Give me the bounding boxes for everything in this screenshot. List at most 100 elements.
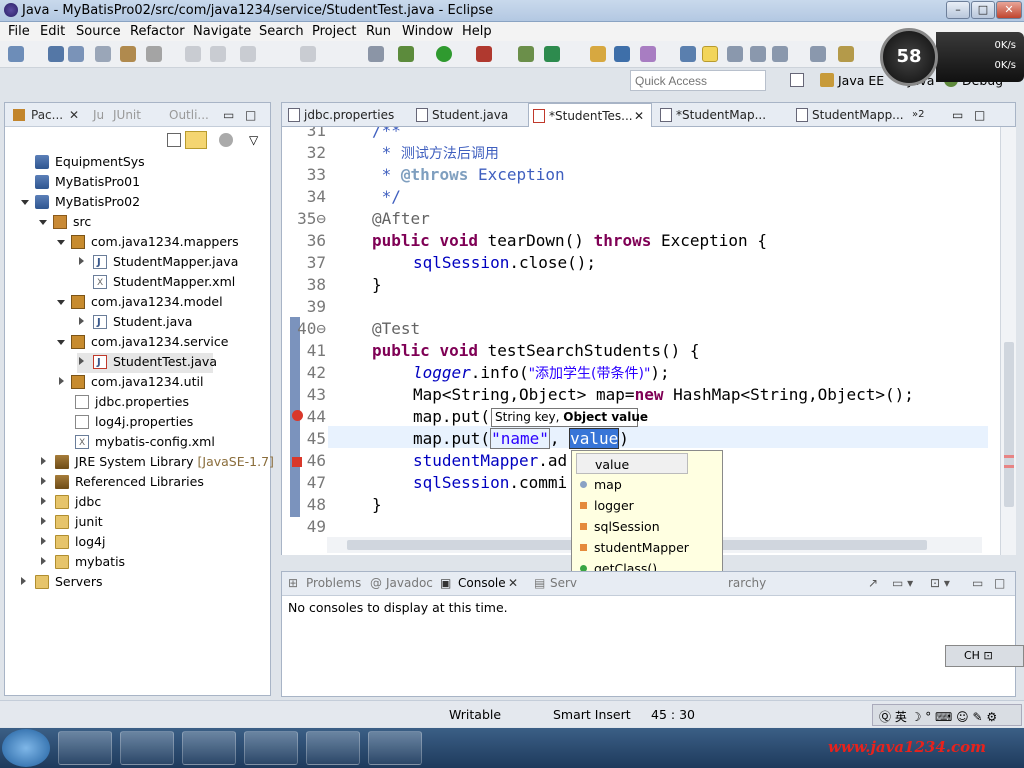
tree-item-mybatis-folder[interactable]: mybatis (41, 553, 125, 573)
tab-console[interactable]: Console (458, 576, 506, 590)
minimize-view-icon[interactable]: ▭ (972, 576, 983, 590)
tab-outline[interactable]: Outli... (169, 108, 209, 122)
maximize-button[interactable]: □ (971, 1, 995, 19)
tree-item-equipmentsys[interactable]: EquipmentSys (35, 153, 145, 173)
suspend-icon[interactable] (300, 46, 316, 62)
tab-problems[interactable]: Problems (306, 576, 361, 590)
expanded-arrow-icon[interactable] (57, 240, 65, 245)
collapsed-arrow-icon[interactable] (79, 257, 84, 265)
tree-item-jre-system-library[interactable]: JRE System Library [JavaSE-1.7] (41, 453, 274, 473)
expanded-arrow-icon[interactable] (21, 200, 29, 205)
pilcrow-icon[interactable] (772, 46, 788, 62)
show-whitespace-icon[interactable] (750, 46, 766, 62)
collapsed-arrow-icon[interactable] (41, 457, 46, 465)
tree-item-referenced-libraries[interactable]: Referenced Libraries (41, 473, 204, 493)
completion-item-studentmapper[interactable]: studentMapper (572, 537, 722, 558)
new-console-icon[interactable]: ⊡ ▾ (930, 576, 950, 590)
mark-occurrences-icon[interactable] (702, 46, 718, 62)
tab-jdbc-properties[interactable]: jdbc.properties (284, 103, 394, 127)
close-tab-icon[interactable]: ✕ (508, 576, 518, 590)
ime-icon[interactable]: ⊡ (983, 649, 992, 662)
menu-source[interactable]: Source (76, 24, 121, 39)
run-icon[interactable] (436, 46, 452, 62)
tree-item-mybatis-config-xml[interactable]: mybatis-config.xml (75, 433, 215, 453)
tab-servers[interactable]: Serv (550, 576, 577, 590)
tree-item-junit-folder[interactable]: junit (41, 513, 103, 533)
tab-package-explorer[interactable]: Pac... (31, 108, 63, 122)
menu-search[interactable]: Search (259, 24, 304, 39)
tree-item-studentmapper-java[interactable]: StudentMapper.java (77, 253, 238, 273)
tree-item-servers[interactable]: Servers (21, 573, 103, 593)
collapsed-arrow-icon[interactable] (41, 477, 46, 485)
scrollbar-thumb[interactable] (1004, 342, 1014, 507)
tab-studentmapper-xml[interactable]: StudentMapp... (792, 103, 904, 127)
tree-item-package-mappers[interactable]: com.java1234.mappers (57, 233, 239, 253)
new-package-icon[interactable] (544, 46, 560, 62)
print-icon[interactable] (95, 46, 111, 62)
close-tab-icon[interactable]: ✕ (69, 108, 79, 122)
completion-item-sqlsession[interactable]: sqlSession (572, 516, 722, 537)
tab-junit[interactable]: JUnit (113, 108, 141, 122)
open-type-icon[interactable] (120, 46, 136, 62)
taskbar-tool-icon[interactable] (244, 731, 298, 765)
open-folder-icon[interactable] (590, 46, 606, 62)
pen-icon[interactable] (640, 46, 656, 62)
collapsed-arrow-icon[interactable] (79, 357, 84, 365)
taskbar-dolphin-app-icon[interactable] (368, 731, 422, 765)
close-button[interactable]: ✕ (996, 1, 1022, 19)
editor-vertical-scrollbar[interactable] (1000, 127, 1016, 555)
skip-breakpoints-icon[interactable] (368, 46, 384, 62)
taskbar-wps-writer-icon[interactable] (120, 731, 174, 765)
menu-window[interactable]: Window (402, 24, 453, 39)
undo-icon[interactable] (185, 46, 201, 62)
collapsed-arrow-icon[interactable] (41, 497, 46, 505)
taskbar-javaee-ide-icon[interactable] (306, 731, 360, 765)
save-icon[interactable] (48, 46, 64, 62)
quick-access-input[interactable] (630, 70, 766, 91)
tab-student-java[interactable]: Student.java (412, 103, 508, 127)
menu-project[interactable]: Project (312, 24, 356, 39)
tree-item-package-service[interactable]: com.java1234.service (57, 333, 228, 353)
debug-icon[interactable] (398, 46, 414, 62)
completion-item-map[interactable]: map (572, 474, 722, 495)
expanded-arrow-icon[interactable] (57, 300, 65, 305)
display-console-icon[interactable]: ▭ ▾ (892, 576, 913, 590)
taskbar-terminal-icon[interactable] (182, 731, 236, 765)
tab-javadoc[interactable]: Javadoc (386, 576, 433, 590)
new-icon[interactable] (8, 46, 24, 62)
taskbar-pinwheel-app-icon[interactable] (58, 731, 112, 765)
link-editor-icon[interactable] (185, 131, 207, 149)
menu-navigate[interactable]: Navigate (193, 24, 251, 39)
tree-item-mybatispro01[interactable]: MyBatisPro01 (35, 173, 140, 193)
tree-item-jdbc-folder[interactable]: jdbc (41, 493, 101, 513)
collapsed-arrow-icon[interactable] (21, 577, 26, 585)
expanded-arrow-icon[interactable] (39, 220, 47, 225)
tree-item-studentmapper-xml[interactable]: StudentMapper.xml (93, 273, 235, 293)
search-icon[interactable] (614, 46, 630, 62)
maximize-view-icon[interactable]: □ (994, 576, 1005, 590)
step-icon[interactable] (240, 46, 256, 62)
open-console-icon[interactable]: ↗ (868, 576, 878, 590)
back-icon[interactable] (838, 46, 854, 62)
tab-call-hierarchy[interactable]: rarchy (728, 576, 766, 590)
error-overview-marker[interactable] (1004, 465, 1014, 468)
error-overview-marker[interactable] (1004, 455, 1014, 458)
collapsed-arrow-icon[interactable] (41, 557, 46, 565)
ime-mode-icon[interactable]: Ⓠ 英 ☽ ° ⌨ ☺ ✎ ⚙ (879, 708, 997, 725)
redo-icon[interactable] (210, 46, 226, 62)
tree-item-jdbc-properties[interactable]: jdbc.properties (75, 393, 189, 413)
collapse-all-icon[interactable] (167, 133, 181, 147)
tree-item-log4j-folder[interactable]: log4j (41, 533, 105, 553)
menu-run[interactable]: Run (366, 24, 391, 39)
tree-item-studenttest-java[interactable]: StudentTest.java (77, 353, 217, 373)
minimize-button[interactable]: – (946, 1, 970, 19)
menu-file[interactable]: File (8, 24, 30, 39)
completion-item-value[interactable]: value (576, 453, 688, 474)
linked-mode-value[interactable]: value (569, 428, 620, 449)
tree-item-student-java[interactable]: Student.java (77, 313, 192, 333)
perspective-java-ee[interactable]: Java EE (838, 73, 884, 88)
annotation-icon[interactable] (680, 46, 696, 62)
tree-item-package-model[interactable]: com.java1234.model (57, 293, 223, 313)
tab-studenttest-java[interactable]: *StudentTes... ✕ (528, 103, 652, 127)
collapsed-arrow-icon[interactable] (79, 317, 84, 325)
